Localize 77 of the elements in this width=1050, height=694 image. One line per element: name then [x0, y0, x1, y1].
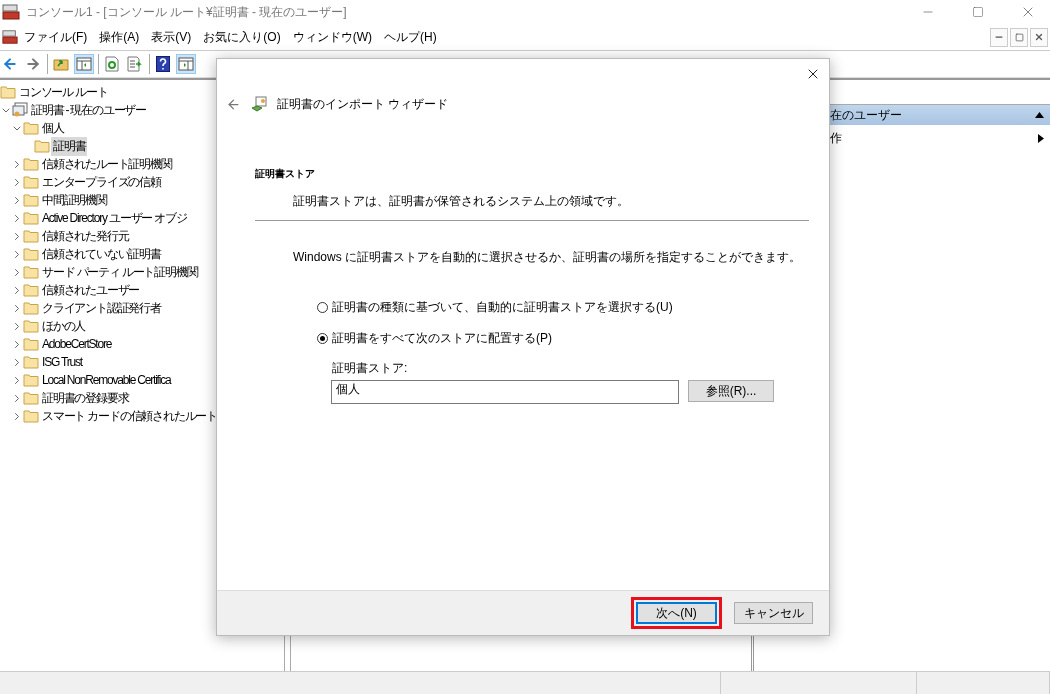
store-field[interactable]: 個人: [331, 380, 679, 404]
folder-icon: [0, 85, 16, 99]
folder-icon: [23, 301, 39, 315]
submenu-triangle-icon[interactable]: [1038, 133, 1044, 143]
folder-icon: [23, 355, 39, 369]
tree-item[interactable]: 中間証明機関: [40, 190, 109, 210]
radio-label[interactable]: 証明書の種類に基づいて、自動的に証明書ストアを選択する(U): [332, 299, 673, 316]
action-pane-icon: [178, 57, 194, 71]
window-title: コンソール1 - [コンソール ルート¥証明書 - 現在のユーザー]: [26, 3, 348, 21]
certificate-import-icon: [251, 96, 267, 112]
minimize-button[interactable]: [990, 27, 1008, 47]
forward-icon: [25, 56, 41, 72]
tree-item[interactable]: ほかの人: [40, 316, 88, 336]
tree-item[interactable]: 証明書: [51, 136, 88, 156]
folder-icon: [34, 139, 50, 153]
folder-up-icon: [53, 57, 69, 71]
menu-item[interactable]: ウィンドウ(W): [286, 28, 378, 46]
section-description: 証明書ストアは、証明書が保管されるシステム上の領域です。: [293, 193, 630, 210]
maximize-icon[interactable]: [972, 6, 984, 18]
console-app-icon: [2, 4, 20, 20]
toolbar-button[interactable]: [153, 54, 173, 74]
folder-icon: [23, 373, 39, 387]
folder-icon: [23, 157, 39, 171]
section-heading: 証明書ストア: [255, 167, 316, 181]
tree-item[interactable]: Active Directory ユーザー オブジ: [40, 208, 189, 228]
help-icon: [156, 56, 170, 72]
menu-item[interactable]: ファイル(F): [18, 28, 94, 46]
tree-item[interactable]: 個人: [40, 118, 66, 138]
tree-item[interactable]: スマート カードの信頼されたルート: [40, 406, 219, 426]
console-app-icon: [2, 29, 18, 45]
export-list-icon: [127, 56, 143, 72]
refresh-icon: [105, 56, 119, 72]
action-item[interactable]: 作: [830, 129, 1038, 147]
folder-icon: [23, 319, 39, 333]
restore-icon[interactable]: [1014, 32, 1024, 42]
tree-item[interactable]: エンタープライズの信頼: [40, 172, 163, 192]
collapse-triangle-icon[interactable]: [1035, 112, 1044, 118]
close-button[interactable]: [1030, 27, 1048, 47]
menu-item[interactable]: 表示(V): [145, 28, 198, 46]
radio-label[interactable]: 証明書をすべて次のストアに配置する(P): [332, 330, 552, 347]
tree-item[interactable]: Local NonRemovable Certifica: [40, 372, 173, 388]
tree-item[interactable]: AdobeCertStore: [40, 336, 114, 352]
back-icon: [2, 56, 18, 72]
pane-toggle-icon: [76, 57, 92, 71]
folder-icon: [23, 193, 39, 207]
tree-item[interactable]: 信頼されたユーザー: [40, 280, 142, 300]
intro-text: Windows に証明書ストアを自動的に選択させるか、証明書の場所を指定することができます。: [293, 249, 802, 266]
tree-item[interactable]: 証明書 - 現在のユーザー: [29, 100, 149, 120]
folder-icon: [23, 211, 39, 225]
folder-icon: [23, 229, 39, 243]
tree-item[interactable]: サード パーティ ルート証明機関: [40, 262, 200, 282]
menu-item[interactable]: ヘルプ(H): [378, 28, 443, 46]
tree-item[interactable]: 信頼された発行元: [40, 226, 131, 246]
browse-button[interactable]: 参照(R)...: [688, 380, 774, 402]
tree-item[interactable]: コンソール ルート: [17, 82, 110, 102]
field-label: 証明書ストア:: [332, 360, 409, 377]
certificate-store-icon: [12, 102, 28, 118]
tree-item[interactable]: 信頼されていない証明書: [40, 244, 163, 264]
tree-item[interactable]: クライアント認証発行者: [40, 298, 163, 318]
menu-item[interactable]: 操作(A): [93, 28, 146, 46]
tree-item[interactable]: 信頼されたルート証明機関: [40, 154, 174, 174]
close-icon[interactable]: [1034, 32, 1044, 42]
folder-icon: [23, 265, 39, 279]
tree-item[interactable]: 証明書の登録要求: [40, 388, 131, 408]
tree-item[interactable]: ISG Trust: [40, 354, 84, 370]
wizard-button[interactable]: キャンセル: [734, 602, 813, 624]
folder-icon: [23, 247, 39, 261]
folder-icon: [23, 121, 39, 135]
folder-icon: [23, 409, 39, 423]
wizard-title: 証明書のインポート ウィザード: [277, 95, 449, 113]
back-icon[interactable]: [226, 96, 241, 112]
folder-icon: [23, 391, 39, 405]
folder-icon: [23, 337, 39, 351]
folder-icon: [23, 283, 39, 297]
menu-item[interactable]: お気に入り(O): [197, 28, 287, 46]
wizard-button[interactable]: 次へ(N): [636, 602, 717, 624]
folder-icon: [23, 175, 39, 189]
